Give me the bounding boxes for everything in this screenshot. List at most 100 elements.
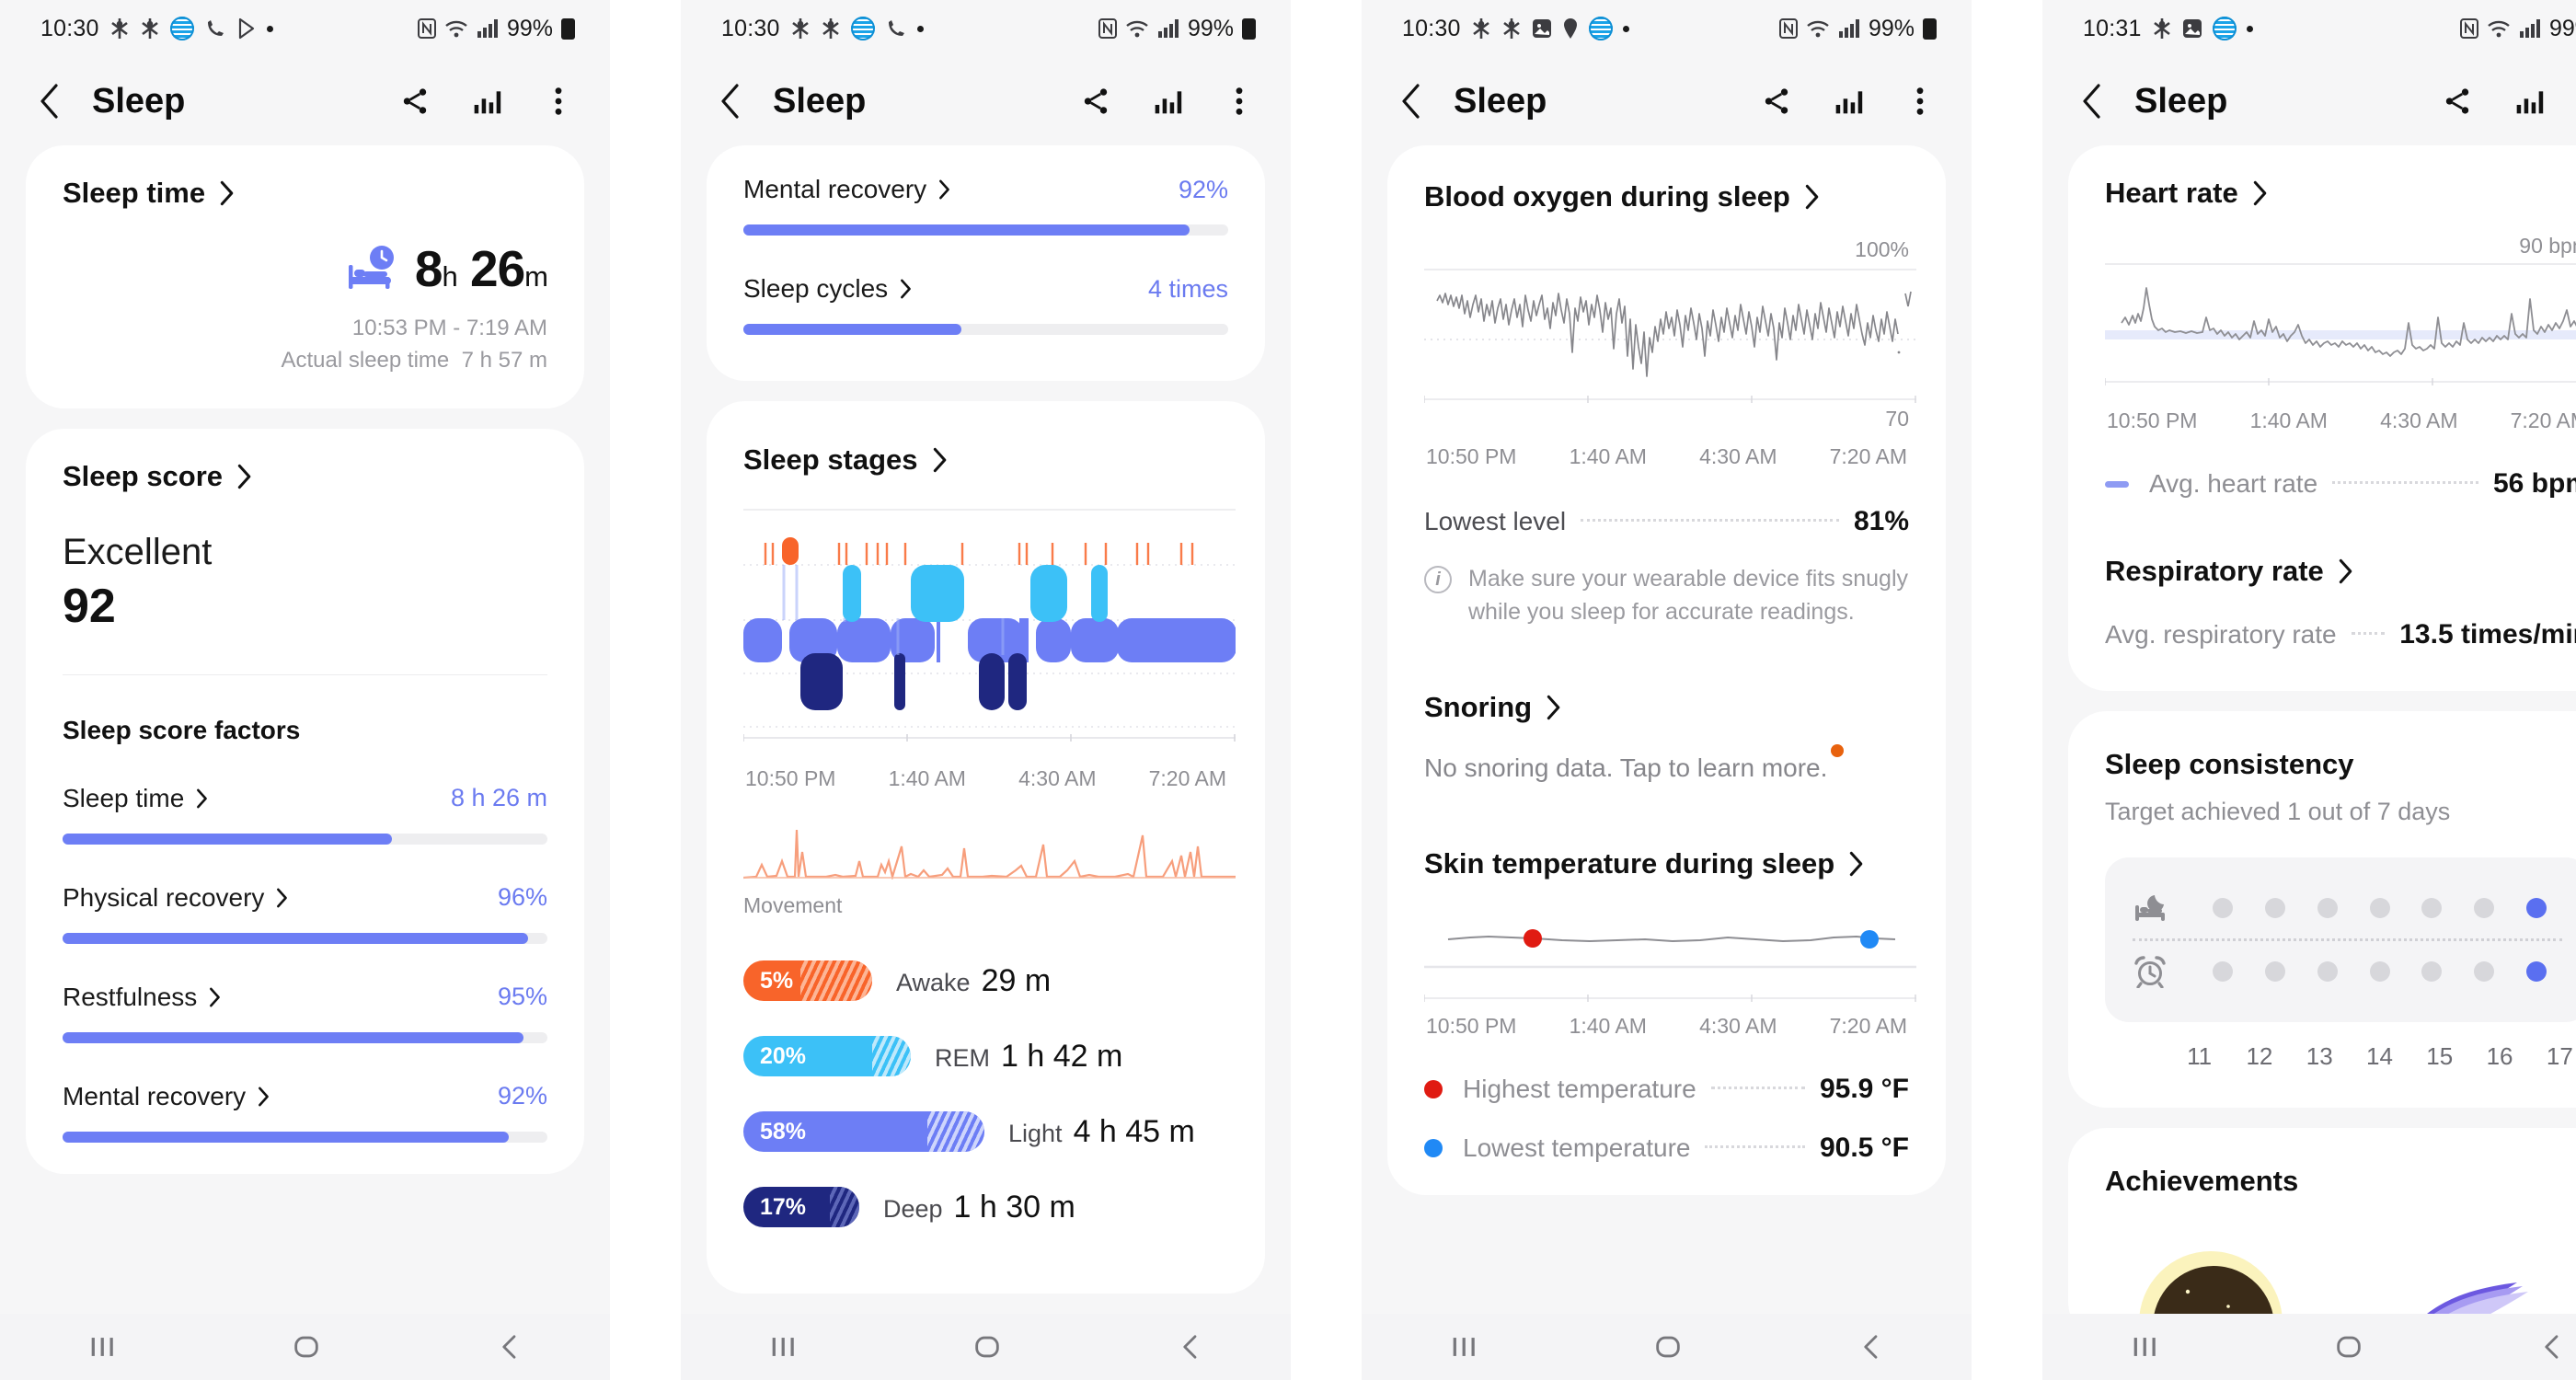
- sleep-score-rating: Excellent: [63, 531, 213, 572]
- hours-unit: h: [442, 260, 457, 293]
- sleep-minutes: 26: [469, 240, 525, 297]
- avg-heart-rate-row: Avg. heart rate 56 bpm: [2105, 468, 2576, 500]
- sleep-consistency-days: 11 12 13 14 15 16 17: [2105, 1042, 2576, 1071]
- waketime-dot: [2458, 961, 2511, 982]
- back-button[interactable]: [496, 1331, 523, 1363]
- axis-tick: 7:20 AM: [1829, 444, 1907, 468]
- share-icon[interactable]: [1077, 83, 1114, 120]
- recents-button[interactable]: [1448, 1331, 1479, 1363]
- bar-chart-icon[interactable]: [1830, 83, 1867, 120]
- back-arrow-icon[interactable]: [31, 83, 68, 120]
- bedtime-dot: [2197, 898, 2249, 918]
- factor-progress-bar: [743, 224, 1228, 236]
- blood-oxygen-chart: [1423, 268, 1916, 410]
- skin-temperature-header[interactable]: Skin temperature during sleep: [1424, 847, 1909, 880]
- recents-button[interactable]: [2129, 1331, 2160, 1363]
- sleep-range-block: 10:53 PM - 7:19 AM Actual sleep time 7 h…: [63, 313, 548, 377]
- highest-temp-value: 95.9 °F: [1819, 1074, 1909, 1104]
- blood-oxygen-header[interactable]: Blood oxygen during sleep: [1424, 180, 1909, 213]
- back-arrow-icon[interactable]: [712, 83, 749, 120]
- sleep-vitals-card[interactable]: Blood oxygen during sleep 100% 70 10:50 …: [1387, 145, 1946, 1195]
- bar-chart-icon[interactable]: [468, 83, 505, 120]
- screen-gap: [610, 0, 681, 1380]
- sleep-score-card[interactable]: Sleep score Excellent 92 Sleep score fac…: [26, 428, 584, 1174]
- sleep-consistency-subtitle: Target achieved 1 out of 7 days: [2105, 798, 2451, 825]
- recents-button[interactable]: [767, 1331, 799, 1363]
- dotted-leader: [1581, 518, 1839, 522]
- dot-icon: [1622, 25, 1629, 32]
- battery-percent: 99%: [1868, 15, 1915, 41]
- respiratory-rate-header[interactable]: Respiratory rate: [2105, 555, 2576, 588]
- info-icon: i: [1424, 566, 1452, 593]
- avg-respiratory-rate-value: 13.5 times/min: [2399, 619, 2576, 650]
- bar-chart-icon[interactable]: [1149, 83, 1186, 120]
- axis-tick: 1:40 AM: [1569, 1014, 1647, 1038]
- recents-button[interactable]: [86, 1331, 118, 1363]
- sleep-consistency-card[interactable]: Sleep consistency Target achieved 1 out …: [2068, 711, 2576, 1108]
- back-arrow-icon[interactable]: [2074, 83, 2110, 120]
- bar-chart-icon[interactable]: [2511, 83, 2547, 120]
- avg-respiratory-rate-label: Avg. respiratory rate: [2105, 620, 2337, 649]
- sleep-time-header[interactable]: Sleep time: [63, 177, 547, 210]
- sleep-time-title: Sleep time: [63, 177, 206, 209]
- skin-temperature-chart: [1423, 906, 1916, 1010]
- back-button[interactable]: [2538, 1331, 2566, 1363]
- share-icon[interactable]: [397, 83, 433, 120]
- dot-icon: [266, 25, 273, 32]
- sleep-score-header[interactable]: Sleep score: [63, 460, 547, 493]
- heart-rate-header[interactable]: Heart rate: [2105, 177, 2576, 210]
- scroll-content-4[interactable]: Heart rate 90 bpm: [2042, 145, 2576, 1380]
- achievements-card[interactable]: Achievements: [2068, 1128, 2576, 1380]
- factor-progress-bar: [63, 833, 547, 845]
- home-button[interactable]: [291, 1331, 322, 1363]
- sleep-stages-card[interactable]: Sleep stages 10:50 PM 1:40 AM 4:30 AM 7:…: [707, 401, 1265, 1294]
- overflow-menu-icon[interactable]: [1221, 83, 1258, 120]
- back-button[interactable]: [1177, 1331, 1204, 1363]
- avg-heart-rate-dash-icon: [2105, 480, 2129, 488]
- home-button[interactable]: [2333, 1331, 2364, 1363]
- factor-sleep-cycles[interactable]: Sleep cycles 4 times: [743, 274, 1228, 335]
- status-bar-1: 10:30 99%: [0, 0, 610, 57]
- heart-rate-chart: [2104, 262, 2576, 396]
- sleep-duration-row: 8h 26m: [63, 239, 548, 298]
- scroll-content-1[interactable]: Sleep time 8h 26m 10:53 PM - 7:19 AM Act…: [0, 145, 610, 1380]
- factor-mental-recovery[interactable]: Mental recovery 92%: [63, 1082, 547, 1143]
- back-arrow-icon[interactable]: [1393, 83, 1430, 120]
- bedtime-dot: [2458, 898, 2511, 918]
- scroll-content-3[interactable]: Blood oxygen during sleep 100% 70 10:50 …: [1362, 145, 1972, 1380]
- chevron-right-icon: [1847, 851, 1864, 877]
- overflow-menu-icon[interactable]: [1902, 83, 1938, 120]
- location-icon: [1562, 17, 1579, 40]
- stage-pill: 17%: [743, 1187, 859, 1227]
- lowest-level-label: Lowest level: [1424, 507, 1567, 535]
- day-label: 13: [2306, 1042, 2333, 1070]
- snoring-message[interactable]: No snoring data. Tap to learn more.: [1424, 744, 1845, 783]
- waketime-dot: [2197, 961, 2249, 982]
- factor-sleep-time[interactable]: Sleep time 8 h 26 m: [63, 784, 547, 845]
- sleep-time-card[interactable]: Sleep time 8h 26m 10:53 PM - 7:19 AM Act…: [26, 145, 584, 408]
- score-factors-partial-card[interactable]: Mental recovery 92% Sleep cycles 4 times: [707, 145, 1265, 381]
- heart-rate-title: Heart rate: [2105, 177, 2238, 209]
- back-button[interactable]: [1857, 1331, 1885, 1363]
- chevron-right-icon: [931, 447, 948, 473]
- day-label: 14: [2366, 1042, 2393, 1070]
- home-button[interactable]: [1652, 1331, 1684, 1363]
- chevron-right-icon: [2251, 180, 2268, 206]
- share-icon[interactable]: [2439, 83, 2476, 120]
- sleep-stages-header[interactable]: Sleep stages: [743, 443, 1228, 477]
- scroll-content-2[interactable]: Mental recovery 92% Sleep cycles 4 times: [681, 145, 1291, 1380]
- home-button[interactable]: [972, 1331, 1003, 1363]
- share-icon[interactable]: [1758, 83, 1795, 120]
- bed-clock-icon: [345, 245, 397, 293]
- axis-tick: 10:50 PM: [745, 766, 836, 790]
- factor-restfulness[interactable]: Restfulness 95%: [63, 983, 547, 1043]
- blood-oxygen-ymax: 100%: [1855, 237, 1909, 261]
- snoring-header[interactable]: Snoring: [1424, 691, 1909, 724]
- highest-temp-dot-icon: [1424, 1080, 1443, 1098]
- overflow-menu-icon[interactable]: [540, 83, 577, 120]
- factor-physical-recovery[interactable]: Physical recovery 96%: [63, 883, 547, 944]
- factor-value: 92%: [497, 1082, 547, 1110]
- heart-respiratory-card[interactable]: Heart rate 90 bpm: [2068, 145, 2576, 691]
- factor-label: Mental recovery: [743, 175, 927, 203]
- factor-mental-recovery[interactable]: Mental recovery 92%: [743, 175, 1228, 236]
